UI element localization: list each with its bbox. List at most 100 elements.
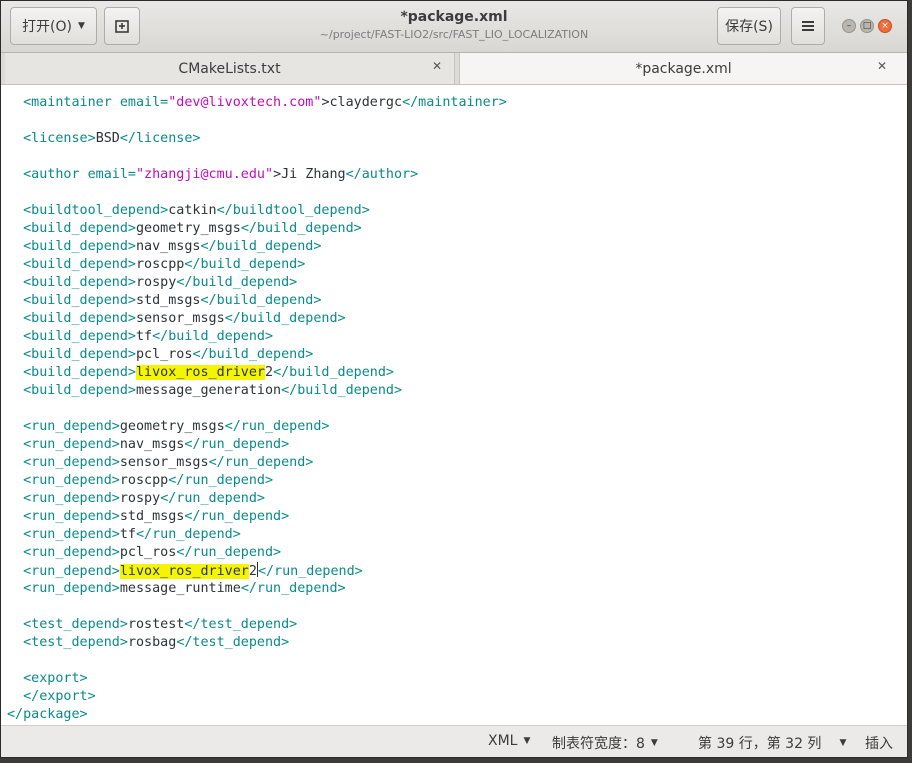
save-button[interactable]: 保存(S) bbox=[717, 7, 781, 45]
code-token: </build_depend> bbox=[273, 365, 394, 380]
code-token: nav_msgs bbox=[136, 239, 201, 254]
chevron-down-icon: ▼ bbox=[650, 738, 658, 748]
code-token: <export> bbox=[7, 671, 88, 686]
status-bar: XML ▼ 制表符宽度：8 ▼ 第 39 行，第 32 列 ▼ 插入 bbox=[1, 725, 907, 757]
code-token: <build_depend> bbox=[7, 257, 136, 272]
tab-label: CMakeLists.txt bbox=[178, 60, 281, 77]
code-token: nav_msgs bbox=[119, 437, 185, 452]
minimize-button[interactable]: – bbox=[842, 19, 856, 33]
code-line: <run_depend>sensor_msgs</run_depend> bbox=[7, 454, 313, 472]
code-line: <build_depend>rospy</build_depend> bbox=[7, 274, 297, 292]
gedit-window: 打开(O) ▼ *package.xml ~/project/FAST-LIO2… bbox=[0, 0, 908, 758]
tab-width-label: 制表符宽度：8 bbox=[552, 736, 645, 752]
close-icon[interactable]: ✕ bbox=[877, 59, 887, 73]
code-token: </author> bbox=[345, 167, 419, 182]
code-token: geometry_msgs bbox=[136, 221, 241, 236]
code-token: </package> bbox=[7, 707, 88, 722]
insert-mode-label: 插入 bbox=[865, 736, 893, 752]
code-token: </build_depend> bbox=[240, 221, 362, 236]
tab-package-xml[interactable]: *package.xml ✕ bbox=[459, 53, 907, 84]
code-line: <build_depend>nav_msgs</build_depend> bbox=[7, 238, 321, 256]
search-highlight: livox_ros_driver bbox=[119, 564, 249, 579]
code-line: <build_depend>geometry_msgs</build_depen… bbox=[7, 220, 362, 238]
code-line: <license>BSD</license> bbox=[7, 130, 201, 148]
insert-mode-indicator[interactable]: 插入 bbox=[865, 733, 893, 753]
code-token: </run_depend> bbox=[176, 545, 282, 560]
code-line: <export> bbox=[7, 670, 88, 688]
new-tab-button[interactable] bbox=[104, 7, 140, 45]
code-token: <build_depend> bbox=[7, 293, 136, 308]
code-token: <build_depend> bbox=[7, 275, 136, 290]
text-editor-area[interactable]: <maintainer email="dev@livoxtech.com">cl… bbox=[1, 85, 907, 725]
code-token: <run_depend> bbox=[7, 545, 120, 560]
code-token: <build_depend> bbox=[7, 329, 136, 344]
code-token: </test_depend> bbox=[184, 617, 298, 632]
maximize-button[interactable]: □ bbox=[860, 19, 874, 33]
tab-width-selector[interactable]: 制表符宽度：8 ▼ bbox=[552, 733, 658, 753]
chevron-down-icon: ▼ bbox=[523, 736, 531, 746]
code-token: pcl_ros bbox=[136, 347, 193, 362]
code-token: rospy bbox=[136, 275, 177, 290]
code-line: <run_depend>nav_msgs</run_depend> bbox=[7, 436, 289, 454]
code-token: </run_depend> bbox=[184, 509, 290, 524]
code-token: </build_depend> bbox=[200, 293, 322, 308]
code-token: <build_depend> bbox=[7, 365, 136, 380]
code-token: </license> bbox=[119, 131, 201, 146]
cursor-position-label: 第 39 行，第 32 列 bbox=[698, 736, 822, 752]
cursor-position-selector[interactable]: 第 39 行，第 32 列 ▼ bbox=[698, 733, 846, 753]
code-token: std_msgs bbox=[136, 293, 201, 308]
code-line: <run_depend>message_runtime</run_depend> bbox=[7, 580, 346, 598]
open-button-label: 打开(O) bbox=[22, 19, 73, 35]
code-token: <run_depend> bbox=[7, 437, 120, 452]
code-line: <run_depend>livox_ros_driver2</run_depen… bbox=[7, 562, 363, 580]
code-token: catkin bbox=[168, 203, 217, 218]
code-token: <build_depend> bbox=[7, 383, 136, 398]
code-token: </build_depend> bbox=[152, 329, 274, 344]
window-title: *package.xml bbox=[400, 9, 508, 25]
close-window-button[interactable]: × bbox=[878, 19, 892, 33]
code-token: </run_depend> bbox=[240, 581, 346, 596]
code-line: <maintainer email="dev@livoxtech.com">cl… bbox=[7, 94, 507, 112]
code-token: </build_depend> bbox=[281, 383, 403, 398]
tab-bar: CMakeLists.txt ✕ *package.xml ✕ bbox=[1, 53, 907, 85]
code-line: <build_depend>livox_ros_driver2</build_d… bbox=[7, 364, 394, 382]
code-line: <run_depend>roscpp</run_depend> bbox=[7, 472, 273, 490]
code-token: "zhangji@cmu.edu" bbox=[136, 167, 274, 182]
code-token: geometry_msgs bbox=[119, 419, 225, 434]
code-token: BSD bbox=[95, 131, 120, 146]
document-add-icon bbox=[115, 20, 129, 33]
code-token: sensor_msgs bbox=[119, 455, 209, 470]
code-line: <run_depend>geometry_msgs</run_depend> bbox=[7, 418, 329, 436]
hamburger-menu-button[interactable] bbox=[791, 7, 825, 45]
code-token: std_msgs bbox=[119, 509, 185, 524]
code-token: rosbag bbox=[127, 635, 177, 650]
code-line: <build_depend>roscpp</build_depend> bbox=[7, 256, 305, 274]
code-token: email= bbox=[119, 95, 169, 110]
code-token: </build_depend> bbox=[200, 239, 322, 254]
tab-label: *package.xml bbox=[635, 60, 732, 77]
code-token: </buildtool_depend> bbox=[216, 203, 370, 218]
code-token: <buildtool_depend> bbox=[7, 203, 169, 218]
code-token: <test_depend> bbox=[7, 617, 128, 632]
code-token: </build_depend> bbox=[192, 347, 314, 362]
code-token: <maintainer bbox=[7, 95, 120, 110]
language-selector[interactable]: XML ▼ bbox=[488, 733, 530, 749]
code-token: roscpp bbox=[136, 257, 185, 272]
code-line: <build_depend>std_msgs</build_depend> bbox=[7, 292, 321, 310]
code-token: message_runtime bbox=[119, 581, 241, 596]
code-token: <run_depend> bbox=[7, 581, 120, 596]
open-button[interactable]: 打开(O) ▼ bbox=[10, 7, 97, 45]
code-token: 2 bbox=[248, 564, 257, 579]
window-subtitle: ~/project/FAST-LIO2/src/FAST_LIO_LOCALIZ… bbox=[319, 28, 589, 41]
code-line: <buildtool_depend>catkin</buildtool_depe… bbox=[7, 202, 370, 220]
code-token: <build_depend> bbox=[7, 239, 136, 254]
code-token: </test_depend> bbox=[176, 635, 290, 650]
code-token: >claydergc bbox=[321, 95, 403, 110]
window-title-area: *package.xml ~/project/FAST-LIO2/src/FAS… bbox=[261, 9, 647, 41]
code-token: <build_depend> bbox=[7, 311, 136, 326]
code-token: <run_depend> bbox=[7, 491, 120, 506]
tab-cmakelists[interactable]: CMakeLists.txt ✕ bbox=[5, 53, 455, 84]
header-bar: 打开(O) ▼ *package.xml ~/project/FAST-LIO2… bbox=[1, 1, 907, 53]
code-token: rospy bbox=[119, 491, 161, 506]
close-icon[interactable]: ✕ bbox=[432, 59, 442, 73]
